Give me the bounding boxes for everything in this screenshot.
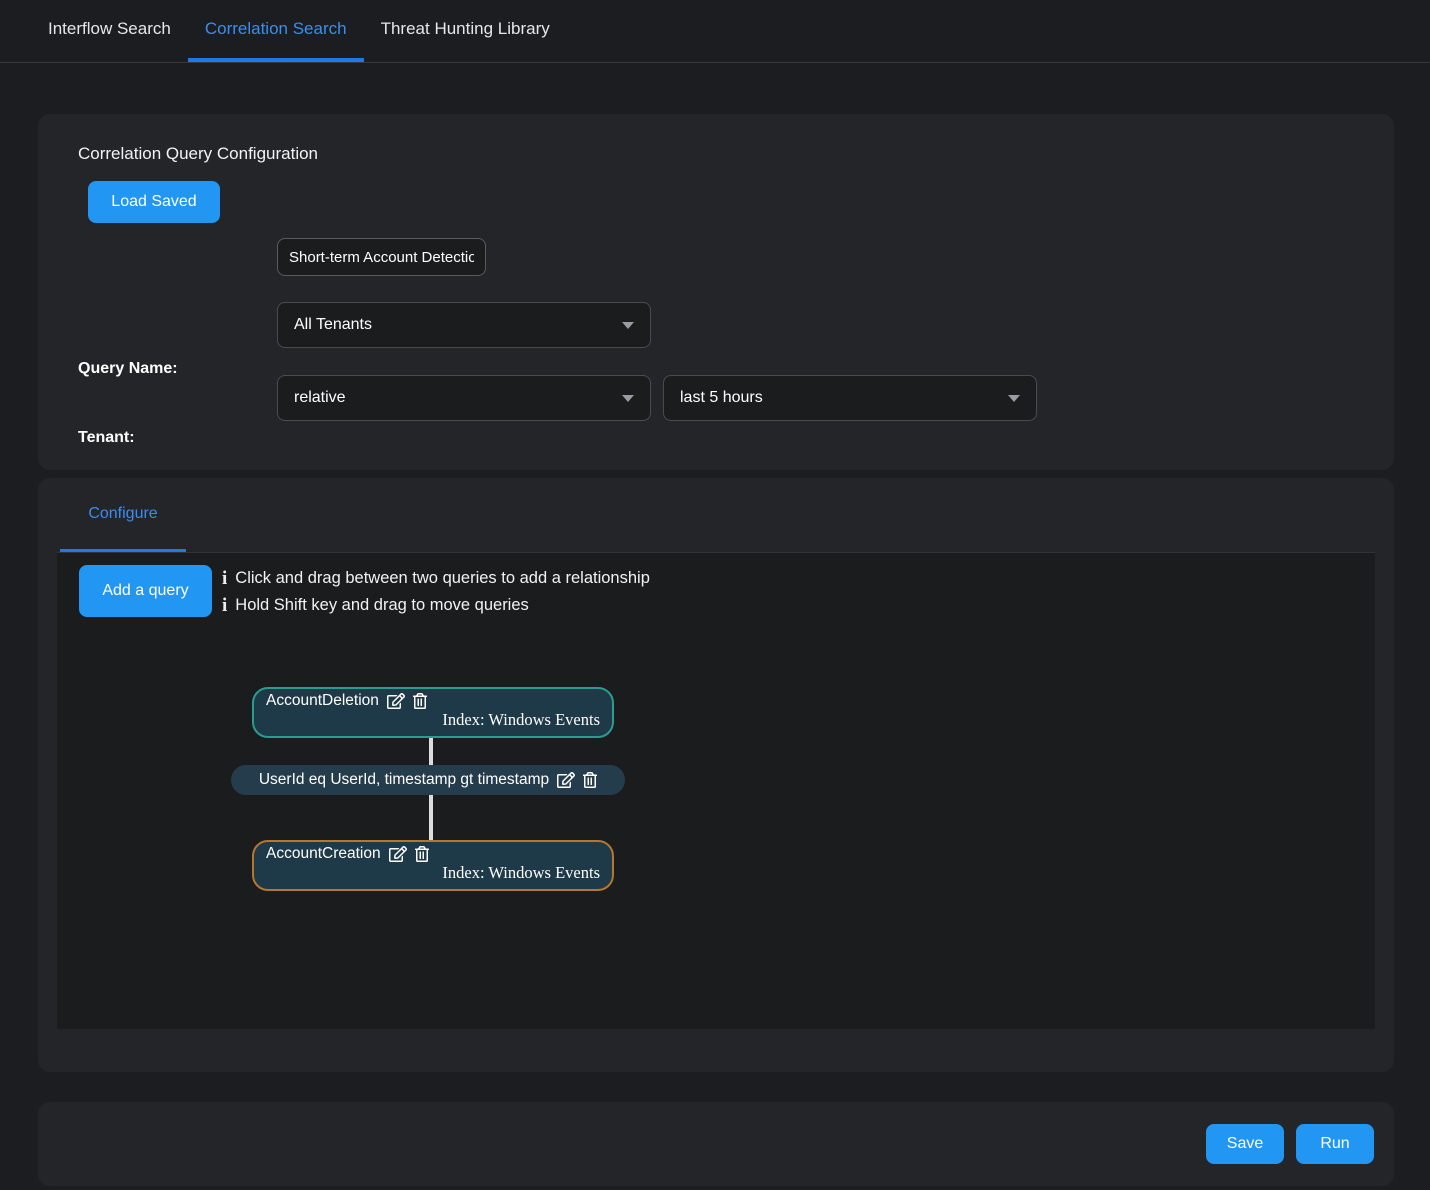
edit-icon[interactable] [389, 846, 407, 862]
trash-icon[interactable] [413, 693, 427, 709]
run-button[interactable]: Run [1296, 1124, 1374, 1164]
time-range-value-select[interactable]: last 5 hours [663, 375, 1037, 421]
query-name-label: Query Name: [78, 360, 178, 378]
time-range-type-value: relative [294, 389, 346, 407]
query-configuration-panel: Correlation Query Configuration Load Sav… [38, 114, 1394, 470]
query-graph-canvas[interactable]: Add a query i Click and drag between two… [57, 553, 1375, 1029]
relationship-label: UserId eq UserId, timestamp gt timestamp [259, 771, 549, 789]
hint-move: i Hold Shift key and drag to move querie… [222, 592, 650, 619]
info-icon: i [222, 595, 227, 617]
tenant-selected-value: All Tenants [294, 316, 372, 334]
query-node-account-creation[interactable]: AccountCreation Index: Windows Events [252, 840, 614, 891]
tab-threat-hunting-library[interactable]: Threat Hunting Library [364, 0, 567, 62]
hint-text: Click and drag between two queries to ad… [235, 569, 650, 588]
tab-correlation-search[interactable]: Correlation Search [188, 0, 364, 62]
panel-title: Correlation Query Configuration [78, 144, 318, 164]
hint-relationship: i Click and drag between two queries to … [222, 565, 650, 592]
query-node-name: AccountCreation [266, 845, 381, 863]
query-node-account-deletion[interactable]: AccountDeletion Index: Windows Events [252, 687, 614, 738]
top-tab-bar: Interflow Search Correlation Search Thre… [0, 0, 1430, 63]
trash-icon[interactable] [583, 772, 597, 788]
tenant-select[interactable]: All Tenants [277, 302, 651, 348]
info-icon: i [222, 568, 227, 590]
tenant-label: Tenant: [78, 429, 135, 447]
chevron-down-icon [1008, 395, 1020, 402]
edit-icon[interactable] [387, 693, 405, 709]
save-button[interactable]: Save [1206, 1124, 1284, 1164]
chevron-down-icon [622, 395, 634, 402]
relationship-pill[interactable]: UserId eq UserId, timestamp gt timestamp [231, 765, 625, 795]
load-saved-button[interactable]: Load Saved [88, 181, 220, 223]
query-node-name: AccountDeletion [266, 692, 379, 710]
tab-interflow-search[interactable]: Interflow Search [31, 0, 188, 62]
add-query-button[interactable]: Add a query [79, 565, 212, 617]
time-range-type-select[interactable]: relative [277, 375, 651, 421]
query-node-index: Index: Windows Events [266, 863, 600, 883]
query-node-index: Index: Windows Events [266, 710, 600, 730]
configure-panel: Configure Add a query i Click and drag b… [38, 478, 1394, 1072]
trash-icon[interactable] [415, 846, 429, 862]
hint-text: Hold Shift key and drag to move queries [235, 596, 529, 615]
query-name-input[interactable] [277, 238, 486, 276]
footer-action-panel: Save Run [38, 1102, 1394, 1186]
chevron-down-icon [622, 322, 634, 329]
edit-icon[interactable] [557, 772, 575, 788]
canvas-hints: i Click and drag between two queries to … [222, 565, 650, 619]
tab-configure[interactable]: Configure [60, 478, 186, 553]
correlation-search-page: Interflow Search Correlation Search Thre… [0, 0, 1430, 1190]
time-range-value: last 5 hours [680, 389, 763, 407]
